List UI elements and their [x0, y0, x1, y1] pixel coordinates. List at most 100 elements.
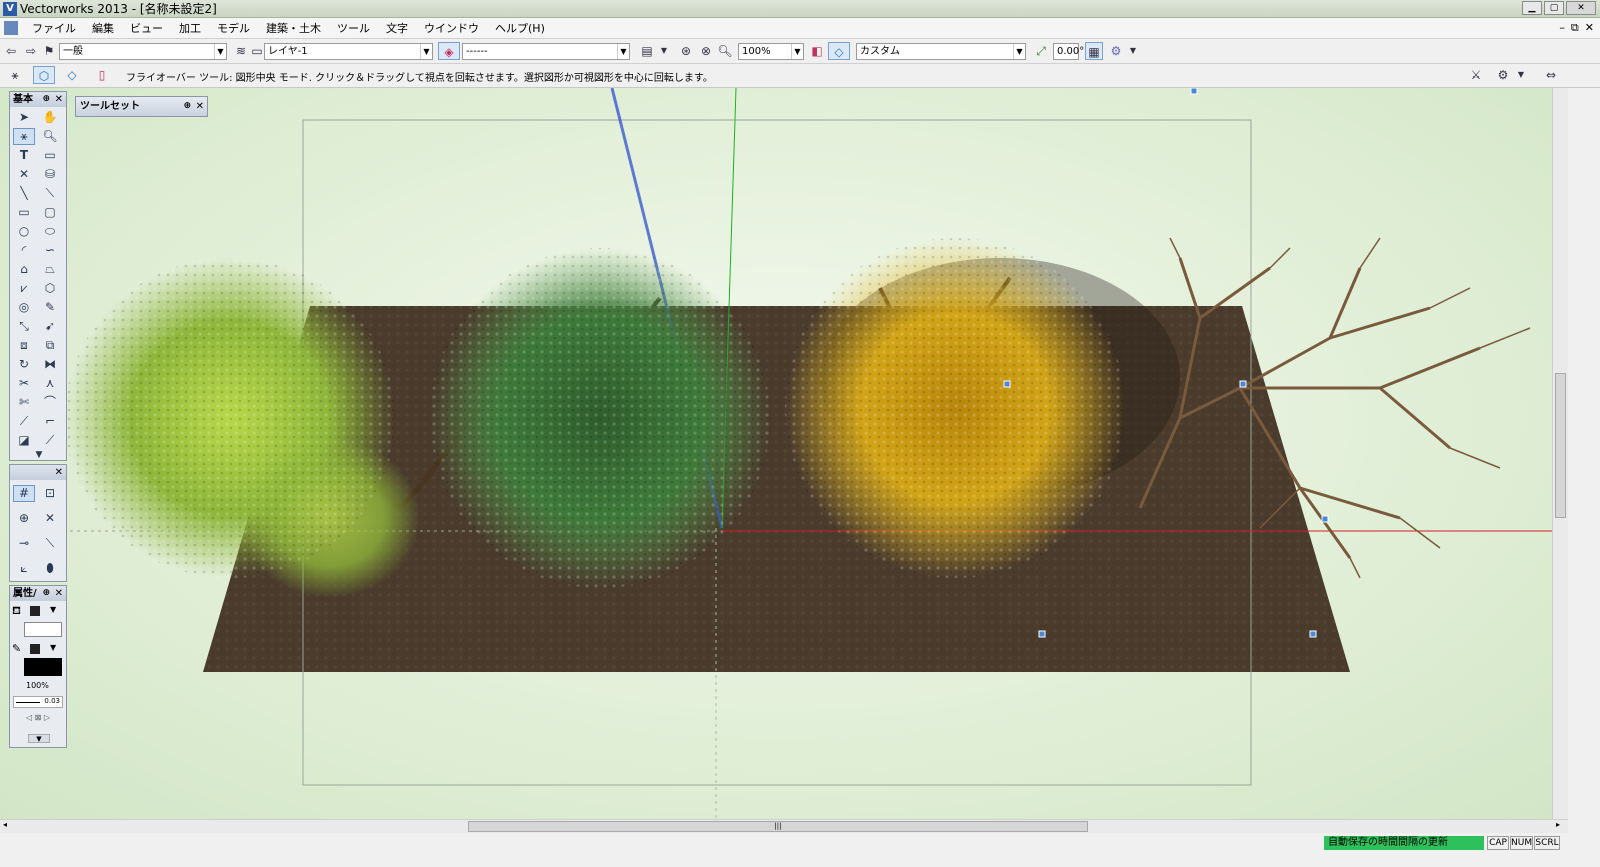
rotate-tool-icon[interactable]: ↻ — [13, 356, 35, 373]
double-line-tool-icon[interactable]: ⩗ — [13, 280, 35, 297]
flyover-tool-icon[interactable]: ⚹ — [13, 128, 35, 145]
toolsets-palette[interactable]: ツールセット ⊕ ✕ — [75, 96, 208, 117]
attributes-palette-header[interactable]: 属性/ ⊕ ✕ — [10, 586, 66, 601]
oval-tool-icon[interactable]: ⬭ — [39, 223, 61, 240]
pen-preview[interactable] — [24, 658, 62, 676]
menu-window[interactable]: ウインドウ — [416, 18, 487, 39]
minimize-button[interactable]: ▁ — [1522, 1, 1542, 15]
pan-hand-icon[interactable]: ✋ — [39, 109, 61, 126]
fill-color-swatch[interactable] — [30, 606, 40, 616]
menu-text[interactable]: 文字 — [378, 18, 416, 39]
dimension-tool-icon[interactable]: ⟍ — [39, 185, 61, 202]
snap-grid-icon[interactable]: # — [13, 485, 35, 502]
plane-mode-icon[interactable]: ◇ — [63, 66, 81, 84]
menu-model[interactable]: モデル — [209, 18, 258, 39]
chamfer-tool-icon[interactable]: ⌐ — [39, 413, 61, 430]
render-icon[interactable]: ◧ — [808, 42, 826, 60]
chevron-down-icon[interactable]: ▼ — [50, 643, 56, 652]
snap-palette-header[interactable]: ✕ — [10, 465, 66, 480]
back-arrow-icon[interactable]: ⇦ — [2, 42, 20, 60]
rotate-plan-icon[interactable]: ⤢ — [1032, 42, 1050, 60]
drawing-area[interactable] — [0, 88, 1560, 819]
layer-dropdown[interactable]: レイヤ-1 ▼ — [264, 43, 433, 60]
snap-edge-icon[interactable]: ⟀ — [13, 560, 35, 577]
snap-object-icon[interactable]: ⊡ — [39, 485, 61, 502]
selection-tool-icon[interactable]: ➤ — [13, 109, 35, 126]
rounded-rectangle-tool-icon[interactable]: ▢ — [39, 204, 61, 221]
menu-file[interactable]: ファイル — [24, 18, 84, 39]
page-dropdown-icon[interactable]: ▼ — [655, 42, 673, 60]
saved-view-dropdown[interactable]: ------ ▼ — [462, 43, 630, 60]
opacity-value[interactable]: 100% — [26, 681, 49, 690]
rectangle-tool-icon[interactable]: ▭ — [13, 204, 35, 221]
horizontal-scrollbar[interactable]: ◂ ||| ▸ — [0, 819, 1568, 833]
connect-tool-icon[interactable]: ⟋ — [13, 413, 35, 430]
expand-palette-icon[interactable]: ▼ — [28, 447, 50, 464]
forward-arrow-icon[interactable]: ⇨ — [22, 42, 40, 60]
close-icon[interactable]: ✕ — [55, 586, 63, 601]
expand-icon[interactable]: ⇔ — [1542, 66, 1560, 84]
doc-minimize-button[interactable]: – — [1559, 21, 1565, 35]
menu-help[interactable]: ヘルプ(H) — [487, 18, 553, 39]
circle-tool-icon[interactable]: ○ — [13, 223, 35, 240]
move-tool-icon[interactable]: ⧉ — [39, 337, 61, 354]
eyedropper-tool-icon[interactable]: ✎ — [39, 299, 61, 316]
callout-tool-icon[interactable]: ▭ — [39, 147, 61, 164]
angle-field[interactable]: 0.00° — [1053, 43, 1084, 60]
zoom-tool-icon[interactable]: ⊗ — [697, 42, 715, 60]
flyover-icon[interactable]: ⚹ — [6, 66, 24, 84]
close-button[interactable]: ✕ — [1566, 1, 1596, 15]
close-icon[interactable]: ✕ — [196, 97, 204, 116]
snap-intersection-icon[interactable]: ✕ — [39, 510, 61, 527]
arc-tool-icon[interactable]: ◜ — [13, 242, 35, 259]
text-tool-icon[interactable]: T — [13, 147, 35, 164]
freehand-tool-icon[interactable]: ∽ — [39, 242, 61, 259]
chevron-down-icon[interactable]: ▼ — [50, 605, 56, 614]
reshape-tool-icon[interactable]: ⤡ — [13, 318, 35, 335]
projection-icon[interactable]: ◇ — [828, 42, 850, 60]
mirror-tool-icon[interactable]: ⧓ — [39, 356, 61, 373]
zoom-fit-icon[interactable]: ⊛ — [677, 42, 695, 60]
class-dropdown[interactable]: 一般 ▼ — [59, 43, 227, 60]
attribute-tool-icon[interactable]: ⛁ — [39, 166, 61, 183]
doc-restore-button[interactable]: ⧉ — [1571, 21, 1579, 35]
preferences-dropdown-icon[interactable]: ▼ — [1512, 66, 1530, 84]
snap-distance-icon[interactable]: ⊸ — [13, 535, 35, 552]
pin-icon[interactable]: ⊕ — [42, 92, 50, 107]
zoom-dropdown[interactable]: 100% ▼ — [738, 43, 804, 60]
basic-palette-header[interactable]: 基本 ⊕ ✕ — [10, 92, 66, 107]
select-similar-tool-icon[interactable]: ➹ — [39, 318, 61, 335]
trim-tool-icon[interactable]: ⋏ — [39, 375, 61, 392]
view-dropdown[interactable]: カスタム ▼ — [856, 43, 1026, 60]
offset-tool-icon[interactable]: ⧈ — [13, 337, 35, 354]
regular-polygon-tool-icon[interactable]: ⬡ — [39, 280, 61, 297]
working-plane-icon[interactable]: ▦ — [1085, 42, 1103, 60]
snap-plane-icon[interactable]: ⬮ — [39, 560, 61, 577]
polyline-tool-icon[interactable]: ⌂ — [13, 261, 35, 278]
pen-color-swatch[interactable] — [30, 644, 40, 654]
scroll-right-icon[interactable]: ▸ — [1556, 820, 1560, 829]
document-icon[interactable] — [4, 21, 18, 35]
zoom-tool-icon[interactable]: 🔍︎ — [39, 128, 61, 145]
pin-icon[interactable]: ⊕ — [183, 97, 191, 116]
fill-preview[interactable] — [24, 622, 62, 637]
snap-angle-icon[interactable]: ⊕ — [13, 510, 35, 527]
vertical-scroll-thumb[interactable] — [1555, 373, 1566, 518]
page-icon[interactable]: ▤ — [638, 42, 656, 60]
doc-close-button[interactable]: ✕ — [1585, 21, 1594, 35]
snap-off-icon[interactable]: ⚔ — [1467, 66, 1485, 84]
lighting-icon[interactable]: ⚙ — [1107, 42, 1125, 60]
line-tool-icon[interactable]: ╲ — [13, 185, 35, 202]
layer-options-icon[interactable]: ◈ — [438, 42, 460, 60]
expand-palette-icon[interactable]: ▼ — [28, 734, 50, 743]
dark-green-tree[interactable] — [430, 248, 770, 588]
maximize-button[interactable]: ▢ — [1544, 1, 1564, 15]
menu-modify[interactable]: 加工 — [171, 18, 209, 39]
snap-tangent-icon[interactable]: ⟍ — [39, 535, 61, 552]
scroll-left-icon[interactable]: ◂ — [3, 820, 7, 829]
menu-edit[interactable]: 編集 — [84, 18, 122, 39]
line-weight-field[interactable]: 0.03 — [13, 696, 63, 708]
locus-tool-icon[interactable]: ✕ — [13, 166, 35, 183]
ortho-mode-icon[interactable]: ▯ — [93, 66, 111, 84]
vertical-scrollbar[interactable] — [1552, 88, 1568, 819]
